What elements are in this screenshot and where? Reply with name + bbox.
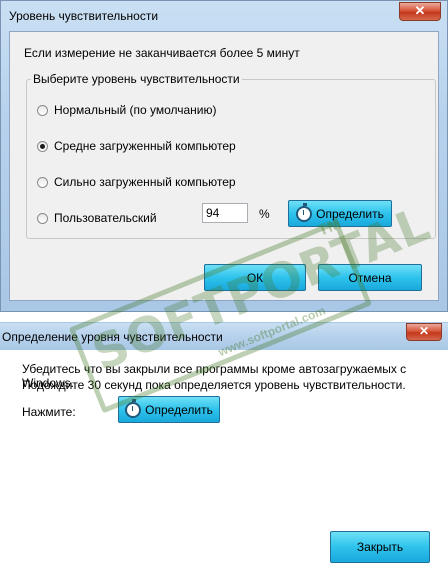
close-icon: ✕ — [418, 324, 430, 338]
radio-custom[interactable] — [37, 213, 48, 224]
determine-button[interactable]: Определить — [288, 200, 392, 227]
stopwatch-icon — [125, 398, 142, 418]
determine-button-2-label: Определить — [145, 402, 213, 417]
radio-heavy-load-label[interactable]: Сильно загруженный компьютер — [54, 175, 236, 189]
custom-value-input[interactable] — [202, 203, 248, 223]
cancel-button-label: Отмена — [348, 270, 392, 285]
dialog2-title: Определение уровня чувствительности — [2, 330, 223, 344]
intro-text: Если измерение не заканчивается более 5 … — [24, 46, 300, 60]
dialog-title: Уровень чувствительности — [9, 9, 159, 23]
title-bar[interactable]: Уровень чувствительности ✕ — [1, 1, 447, 31]
close-dialog-button[interactable]: Закрыть — [330, 531, 430, 563]
stopwatch-icon — [296, 202, 313, 222]
close-button[interactable]: ✕ — [399, 2, 441, 21]
determine-button-label: Определить — [316, 206, 384, 221]
close-button-2[interactable]: ✕ — [406, 323, 442, 341]
sensitivity-dialog: Уровень чувствительности ✕ Если измерени… — [0, 0, 448, 312]
group-label: Выберите уровень чувствительности — [31, 72, 242, 86]
radio-heavy-load[interactable] — [37, 177, 48, 188]
sensitivity-group: Выберите уровень чувствительности Нормал… — [26, 72, 436, 239]
close-dialog-button-label: Закрыть — [356, 540, 404, 554]
radio-medium-load[interactable] — [37, 141, 48, 152]
cancel-button[interactable]: Отмена — [318, 264, 422, 291]
ok-button-label: ОК — [246, 270, 264, 285]
percent-sign: % — [259, 207, 270, 221]
radio-medium-load-label[interactable]: Средне загруженный компьютер — [54, 139, 236, 153]
radio-custom-label[interactable]: Пользовательский — [54, 211, 157, 225]
determine-level-dialog: Определение уровня чувствительности ✕ Уб… — [0, 322, 448, 585]
radio-normal-label[interactable]: Нормальный (по умолчанию) — [54, 103, 217, 117]
determine-button-2[interactable]: Определить — [118, 396, 220, 423]
ok-button[interactable]: ОК — [204, 264, 306, 291]
close-icon: ✕ — [414, 3, 426, 18]
radio-normal[interactable] — [37, 105, 48, 116]
dialog-body: Если измерение не заканчивается более 5 … — [9, 31, 439, 301]
press-label: Нажмите: — [22, 405, 76, 419]
instruction-line-2: Подождите 30 секунд пока определяется ур… — [22, 378, 406, 392]
dialog2-body: Убедитесь что вы закрыли все программы к… — [0, 350, 448, 585]
title-bar-2[interactable]: Определение уровня чувствительности ✕ — [0, 323, 448, 350]
